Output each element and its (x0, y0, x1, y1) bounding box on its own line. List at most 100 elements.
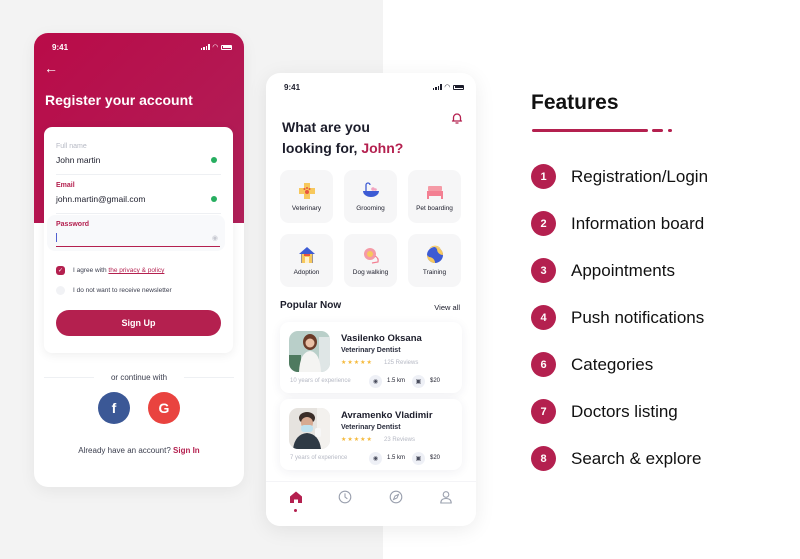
view-all-link[interactable]: View all (434, 303, 460, 312)
category-label: Training (422, 269, 447, 276)
rating-stars: ★★★★★ (341, 437, 373, 443)
feature-label: Doctors listing (571, 401, 678, 421)
doctor-name: Avramenko Vladimir (341, 410, 433, 421)
agree-text: I agree with (73, 267, 109, 274)
status-time: 9:41 (52, 42, 69, 52)
doctor-name: Vasilenko Oksana (341, 333, 422, 344)
feature-item: 1 Registration/Login (531, 164, 708, 189)
newsletter-label: I do not want to receive newsletter (73, 287, 172, 294)
feature-number: 7 (531, 399, 556, 424)
feature-item: 2 Information board (531, 211, 704, 236)
category-training[interactable]: Training (408, 234, 461, 287)
feature-item: 6 Categories (531, 352, 653, 377)
location-pin-icon: ◉ (369, 452, 382, 465)
reviews-count: 23 Reviews (384, 437, 416, 443)
category-label: Grooming (356, 205, 385, 212)
email-label: Email (56, 182, 75, 189)
distance: 1.5 km (387, 378, 406, 384)
eye-icon[interactable]: ◉ (212, 234, 218, 242)
status-bar: 9:41 ◠ (266, 73, 476, 101)
feature-label: Appointments (571, 260, 675, 280)
category-label: Veterinary (291, 205, 322, 212)
category-dog-walking[interactable]: Dog walking (344, 234, 397, 287)
feature-label: Push notifications (571, 307, 705, 327)
doctor-card[interactable]: Vasilenko Oksana Veterinary Dentist ★★★★… (280, 322, 462, 393)
category-grooming[interactable]: Grooming (344, 170, 397, 223)
category-adoption[interactable]: Adoption (280, 234, 333, 287)
popular-now-heading: Popular Now (280, 300, 342, 311)
profile-icon[interactable] (439, 490, 453, 504)
feature-item: 7 Doctors listing (531, 399, 678, 424)
password-field[interactable]: Password ◉ (56, 221, 220, 247)
facebook-login-button[interactable]: f (98, 392, 130, 424)
feature-item: 3 Appointments (531, 258, 675, 283)
feature-number: 4 (531, 305, 556, 330)
feature-number: 2 (531, 211, 556, 236)
heading-underline-dot (668, 129, 672, 132)
sign-up-button[interactable]: Sign Up (56, 310, 221, 336)
sign-in-prompt: Already have an account? Sign In (34, 446, 244, 455)
register-screen: 9:41 ◠ ← Register your account Full name… (34, 33, 244, 487)
privacy-policy-link[interactable]: the privacy & policy (108, 267, 164, 274)
full-name-field[interactable]: Full name John martin (56, 143, 221, 175)
signal-icon (200, 44, 210, 50)
ball-icon (426, 245, 443, 263)
feature-item: 8 Search & explore (531, 446, 701, 471)
doctor-photo (289, 331, 330, 372)
page-title: Register your account (45, 92, 193, 108)
feature-number: 8 (531, 446, 556, 471)
arrow-left-icon[interactable]: ← (44, 61, 58, 75)
clock-icon[interactable] (338, 490, 352, 504)
signal-icon (432, 84, 442, 90)
greeting-heading: What are you looking for, John? (282, 117, 403, 159)
status-bar: 9:41 ◠ (34, 33, 244, 61)
valid-check-icon (211, 157, 217, 163)
email-value[interactable]: john.martin@gmail.com (56, 194, 145, 204)
battery-icon (453, 84, 464, 90)
agree-checkbox[interactable]: ✓ (56, 266, 65, 275)
facebook-icon: f (111, 400, 117, 416)
veterinary-icon (298, 183, 315, 199)
valid-check-icon (211, 196, 217, 202)
doctor-photo (289, 408, 330, 449)
reviews-count: 125 Reviews (384, 360, 419, 366)
features-heading: Features (531, 91, 619, 114)
price: $20 (430, 455, 441, 461)
distance: 1.5 km (387, 455, 406, 461)
sign-in-link[interactable]: Sign In (173, 446, 200, 455)
google-login-button[interactable]: G (148, 392, 180, 424)
experience: 10 years of experience (290, 378, 351, 384)
email-field[interactable]: Email john.martin@gmail.com (56, 182, 221, 214)
have-account-text: Already have an account? (78, 446, 171, 455)
heading-underline-dash (652, 129, 663, 132)
wifi-icon: ◠ (444, 83, 450, 91)
user-name: John? (361, 140, 404, 156)
feature-label: Registration/Login (571, 166, 709, 186)
doctor-role: Veterinary Dentist (341, 424, 401, 431)
newsletter-checkbox[interactable] (56, 286, 65, 295)
doctor-role: Veterinary Dentist (341, 347, 401, 354)
heading-underline (532, 129, 648, 132)
home-screen: 9:41 ◠ What are you looking for, John? V… (266, 73, 476, 526)
active-tab-indicator (294, 509, 297, 512)
full-name-value[interactable]: John martin (56, 155, 100, 165)
experience: 7 years of experience (290, 455, 348, 461)
home-icon[interactable] (289, 490, 303, 504)
feature-label: Information board (571, 213, 705, 233)
location-pin-icon: ◉ (369, 375, 382, 388)
wifi-icon: ◠ (212, 43, 218, 51)
password-field-wrapper: Password ◉ (47, 215, 225, 251)
category-pet-boarding[interactable]: Pet boarding (408, 170, 461, 223)
bell-icon[interactable] (450, 111, 464, 125)
text-cursor (56, 233, 57, 242)
category-label: Dog walking (352, 269, 389, 276)
price: $20 (430, 378, 441, 384)
doctor-card[interactable]: Avramenko Vladimir Veterinary Dentist ★★… (280, 399, 462, 470)
compass-icon[interactable] (389, 490, 403, 504)
category-veterinary[interactable]: Veterinary (280, 170, 333, 223)
register-form: Full name John martin Email john.martin@… (44, 127, 233, 353)
greeting-line-2: looking for, (282, 140, 358, 156)
bed-icon (426, 186, 443, 199)
leash-icon (363, 248, 379, 264)
category-label: Pet boarding (416, 205, 453, 212)
